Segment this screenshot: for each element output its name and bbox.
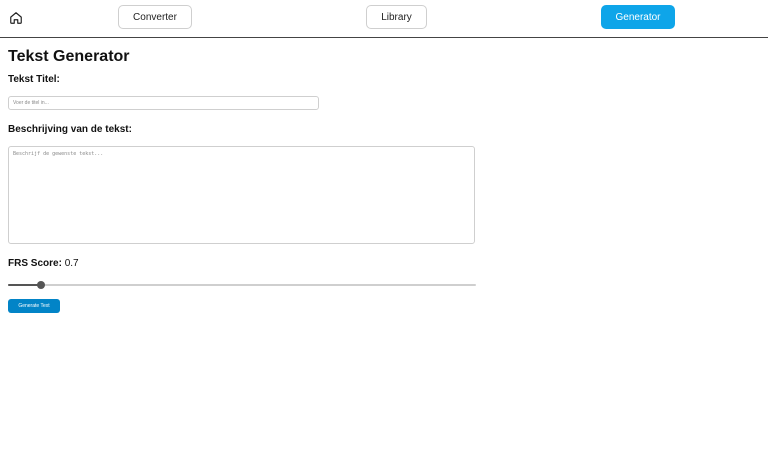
- frs-score-value: 0.7: [64, 258, 79, 269]
- frs-score-slider[interactable]: [8, 280, 476, 290]
- top-navigation-bar: Converter Library Generator: [0, 0, 768, 38]
- page-title: Tekst Generator: [8, 48, 130, 65]
- description-textarea[interactable]: [8, 146, 475, 244]
- slider-thumb[interactable]: [37, 281, 45, 289]
- library-button[interactable]: Library: [366, 5, 427, 29]
- title-input[interactable]: [8, 96, 319, 110]
- home-icon: [10, 12, 22, 24]
- title-field-label: Tekst Titel:: [8, 74, 60, 85]
- frs-score-label: FRS Score:: [8, 258, 62, 269]
- generate-text-button[interactable]: Generate Text: [8, 299, 60, 313]
- description-field-label: Beschrijving van de tekst:: [8, 124, 132, 135]
- home-button[interactable]: [6, 8, 26, 28]
- slider-track: [8, 284, 476, 286]
- converter-button[interactable]: Converter: [118, 5, 192, 29]
- generator-button[interactable]: Generator: [601, 5, 675, 29]
- frs-score-display: FRS Score: 0.7: [8, 258, 79, 269]
